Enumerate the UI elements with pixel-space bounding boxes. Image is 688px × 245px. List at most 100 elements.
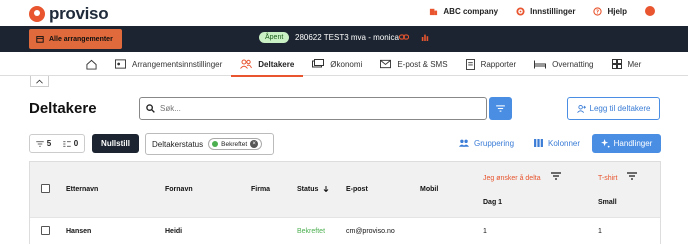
cell-tshirt: 1 <box>598 228 602 235</box>
col-wish[interactable]: Jeg ønsker å delta <box>483 175 541 182</box>
search-box <box>139 97 487 120</box>
cell-first-name: Heidi <box>165 228 183 235</box>
top-menu: ABC company Innstillinger ? Hjelp <box>429 6 655 16</box>
settings-menu[interactable]: Innstillinger <box>516 7 575 16</box>
report-icon <box>465 58 475 70</box>
nav-label: Overnatting <box>552 59 594 69</box>
col-company[interactable]: Firma <box>251 186 270 193</box>
nav-home[interactable] <box>77 52 106 76</box>
filter-count: 5 <box>46 139 52 148</box>
status-filter[interactable]: Deltakerstatus Bekreftet × <box>145 133 274 155</box>
close-icon[interactable]: × <box>250 140 259 148</box>
nav-participants[interactable]: Deltakere <box>231 52 304 77</box>
top-bar: proviso ABC company Innstillinger ? Hjel… <box>0 0 688 26</box>
filter-icon <box>496 105 505 112</box>
cell-wish: 1 <box>483 228 487 235</box>
filter-button[interactable] <box>489 97 512 120</box>
row-checkbox[interactable] <box>41 226 50 235</box>
reset-button[interactable]: Nullstill <box>92 134 139 153</box>
main-nav: Arrangementsinnstillinger Deltakere Økon… <box>0 52 688 77</box>
page-title: Deltakere <box>29 100 97 117</box>
nav-label: Økonomi <box>330 59 363 69</box>
nav-label: E-post & SMS <box>397 59 448 69</box>
all-events-button[interactable]: Alle arrangementer <box>29 29 122 49</box>
column-filter-icon[interactable] <box>551 172 561 180</box>
status-filter-label: Deltakerstatus <box>152 139 204 149</box>
columns-icon <box>534 139 543 147</box>
users-icon <box>240 59 253 69</box>
select-all-checkbox[interactable] <box>41 184 50 193</box>
nav-more[interactable]: Mer <box>603 52 651 76</box>
col-mobile[interactable]: Mobil <box>420 186 438 193</box>
filter-chip-label: Bekreftet <box>221 140 248 148</box>
column-filter-icon[interactable] <box>627 172 637 180</box>
columns-button[interactable]: Kolonner <box>534 135 580 151</box>
status-dot-icon <box>212 141 219 147</box>
settings-label: Innstillinger <box>530 6 576 16</box>
col-status[interactable]: Status <box>297 186 329 193</box>
link-icon[interactable] <box>399 33 409 41</box>
add-participants-label: Legg til deltakere <box>589 104 651 113</box>
help-menu[interactable]: ? Hjelp <box>593 7 627 16</box>
grouping-button[interactable]: Gruppering <box>459 135 514 151</box>
bar-chart-icon[interactable] <box>421 33 429 41</box>
settings-sliders-icon <box>115 59 126 69</box>
col-tshirt-sub: Small <box>598 199 617 206</box>
event-title: 280622 TEST3 mva - monica <box>295 33 399 42</box>
logo-mark-icon <box>29 6 45 22</box>
user-avatar-icon[interactable] <box>645 6 655 16</box>
col-wish-sub: Dag 1 <box>483 199 503 206</box>
participants-table: Etternavn Fornavn Firma Status E-post Mo… <box>29 161 661 245</box>
col-first-name[interactable]: Fornavn <box>165 186 193 193</box>
columns-label: Kolonner <box>548 138 581 148</box>
group-icon <box>459 139 469 147</box>
filter-lines-icon <box>36 140 44 147</box>
cell-last-name: Hansen <box>66 228 92 235</box>
col-email[interactable]: E-post <box>346 186 368 193</box>
event-status-badge: Åpent <box>259 32 290 43</box>
sort-count: 0 <box>73 139 79 148</box>
sparkle-icon <box>600 139 610 148</box>
help-icon: ? <box>593 6 603 16</box>
nav-email-sms[interactable]: E-post & SMS <box>371 52 456 76</box>
bed-icon <box>534 60 547 69</box>
all-events-label: Alle arrangementer <box>49 35 113 43</box>
nav-label: Arrangementsinnstillinger <box>132 59 223 69</box>
actions-button[interactable]: Handlinger <box>592 134 661 153</box>
nav-economy[interactable]: Økonomi <box>303 52 371 76</box>
brand-name: proviso <box>49 4 109 23</box>
nav-accommodation[interactable]: Overnatting <box>525 52 602 76</box>
cell-status: Bekreftet <box>297 228 326 235</box>
home-icon <box>86 59 97 70</box>
filter-sort-counter[interactable]: 5 0 <box>29 134 85 153</box>
search-icon <box>146 104 155 113</box>
cell-email: cm@proviso.no <box>346 228 395 235</box>
svg-text:?: ? <box>596 9 599 15</box>
add-participants-button[interactable]: Legg til deltakere <box>567 97 660 120</box>
table-row[interactable]: Hansen Heidi Bekreftet cm@proviso.no 1 1 <box>30 217 660 245</box>
search-input[interactable] <box>160 104 460 113</box>
table-header: Etternavn Fornavn Firma Status E-post Mo… <box>30 162 660 217</box>
nav-reports[interactable]: Rapporter <box>457 52 526 76</box>
col-last-name[interactable]: Etternavn <box>66 186 98 193</box>
nav-label: Rapporter <box>480 59 517 69</box>
nav-event-settings[interactable]: Arrangementsinnstillinger <box>106 52 231 76</box>
collapse-toggle[interactable] <box>30 76 49 87</box>
company-label: ABC company <box>443 6 499 16</box>
brand-logo[interactable]: proviso <box>29 4 109 24</box>
company-menu[interactable]: ABC company <box>429 7 498 16</box>
help-label: Hjelp <box>607 6 627 16</box>
col-tshirt[interactable]: T-shirt <box>598 175 617 182</box>
mail-icon <box>380 59 392 69</box>
add-user-icon <box>576 104 586 113</box>
grid-icon <box>611 59 622 69</box>
sort-icon <box>63 140 71 147</box>
gear-icon <box>516 6 525 16</box>
filter-chip[interactable]: Bekreftet × <box>208 138 263 150</box>
event-actions <box>399 33 429 41</box>
building-icon <box>429 7 438 16</box>
event-bar: Alle arrangementer Åpent 280622 TEST3 mv… <box>0 26 688 52</box>
sort-down-icon <box>323 186 329 193</box>
col-status-label: Status <box>297 186 319 193</box>
nav-label: Deltakere <box>258 59 295 69</box>
